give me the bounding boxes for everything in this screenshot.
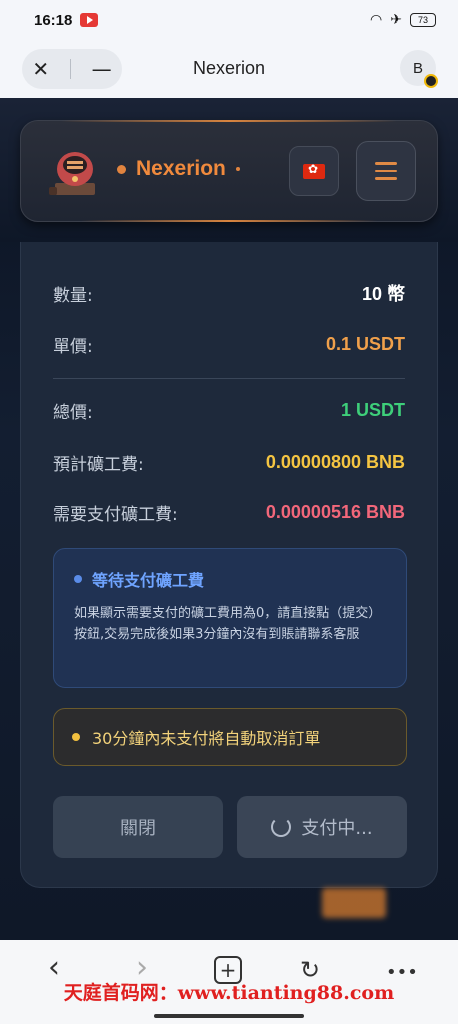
unit-price-label: 單價:	[53, 337, 93, 357]
brand: Nexerion	[117, 157, 240, 181]
close-button[interactable]: 關閉	[53, 796, 223, 858]
browser-toolbar: ✕ — Nexerion B	[0, 40, 458, 98]
estimated-fee-row: 預計礦工費: 0.00000800 BNB	[53, 450, 405, 475]
quantity-label: 數量:	[53, 285, 93, 306]
quantity-row: 數量: 10 幣	[53, 280, 405, 306]
warning-dot-icon	[72, 733, 80, 741]
app-header: Nexerion	[20, 120, 438, 222]
brand-dot	[117, 164, 126, 174]
divider	[53, 378, 405, 379]
info-title: 等待支付礦工費	[74, 567, 386, 591]
unit-price-value: 0.1 USDT	[325, 334, 405, 354]
info-body: 如果顯示需要支付的礦工費用為0，請直接點（提交）按鈕,交易完成後如果3分鐘內沒有…	[74, 606, 382, 642]
battery-icon: 73	[410, 13, 436, 27]
wifi-icon: ◠	[370, 12, 383, 28]
required-fee-row: 需要支付礦工費: 0.00000516 BNB	[53, 500, 405, 525]
warning-text: 30分鐘內未支付將自動取消訂單	[92, 729, 321, 748]
brand-dot-small	[235, 167, 240, 171]
estimated-fee-label: 預計礦工費:	[53, 455, 144, 475]
total-price-row: 總價: 1 USDT	[53, 398, 405, 423]
gesture-handle	[154, 1014, 304, 1018]
browser-bottom-nav: ‹ › + ↻ ••• 天庭首码网：www.tianting88.com	[0, 940, 458, 1024]
info-box: 等待支付礦工費 如果顯示需要支付的礦工費用為0，請直接點（提交）按鈕,交易完成後…	[53, 548, 407, 688]
app-area: Nexerion 數量: 10 幣 單價: 0.1 USDT 總價: 1 USD…	[0, 98, 458, 940]
info-dot-icon	[74, 575, 82, 583]
close-button-label: 關閉	[120, 818, 156, 839]
bnb-badge-icon	[424, 74, 438, 88]
extension-label: B	[412, 59, 423, 77]
quantity-value: 10 幣	[361, 284, 405, 304]
battery-level: 73	[417, 15, 428, 25]
warning-box: 30分鐘內未支付將自動取消訂單	[53, 708, 407, 766]
paying-button-label: 支付中...	[301, 818, 373, 839]
status-bar: 16:18 ◠ ✈ 73	[0, 0, 458, 40]
language-button[interactable]	[289, 146, 339, 196]
hamburger-icon-line	[375, 162, 397, 165]
total-price-label: 總價:	[53, 403, 93, 423]
unit-price-row: 單價: 0.1 USDT	[53, 332, 405, 357]
hamburger-icon-line	[375, 169, 397, 173]
required-fee-value: 0.00000516 BNB	[265, 502, 405, 522]
browser-page-title: Nexerion	[192, 58, 266, 78]
hamburger-icon-line	[375, 177, 397, 180]
header-background: Nexerion	[0, 98, 458, 242]
mining-robot-logo-icon	[49, 152, 95, 195]
background-glow	[322, 888, 386, 918]
loading-spinner-icon	[271, 817, 292, 837]
payment-card: 數量: 10 幣 單價: 0.1 USDT 總價: 1 USDT 預計礦工費: …	[20, 242, 438, 888]
status-time: 16:18	[34, 11, 73, 29]
youtube-notification-icon	[80, 13, 99, 27]
total-price-value: 1 USDT	[340, 400, 405, 420]
brand-name: Nexerion	[136, 157, 226, 180]
extension-button[interactable]: B	[400, 50, 438, 88]
required-fee-label: 需要支付礦工費:	[53, 505, 178, 525]
watermark: 天庭首码网：www.tianting88.com	[63, 982, 395, 1004]
menu-button[interactable]	[356, 141, 416, 201]
paying-button[interactable]: 支付中...	[237, 796, 407, 858]
hong-kong-flag-icon	[303, 162, 325, 179]
airplane-icon: ✈	[390, 12, 402, 28]
estimated-fee-value: 0.00000800 BNB	[265, 452, 405, 472]
info-title-text: 等待支付礦工費	[92, 571, 205, 590]
